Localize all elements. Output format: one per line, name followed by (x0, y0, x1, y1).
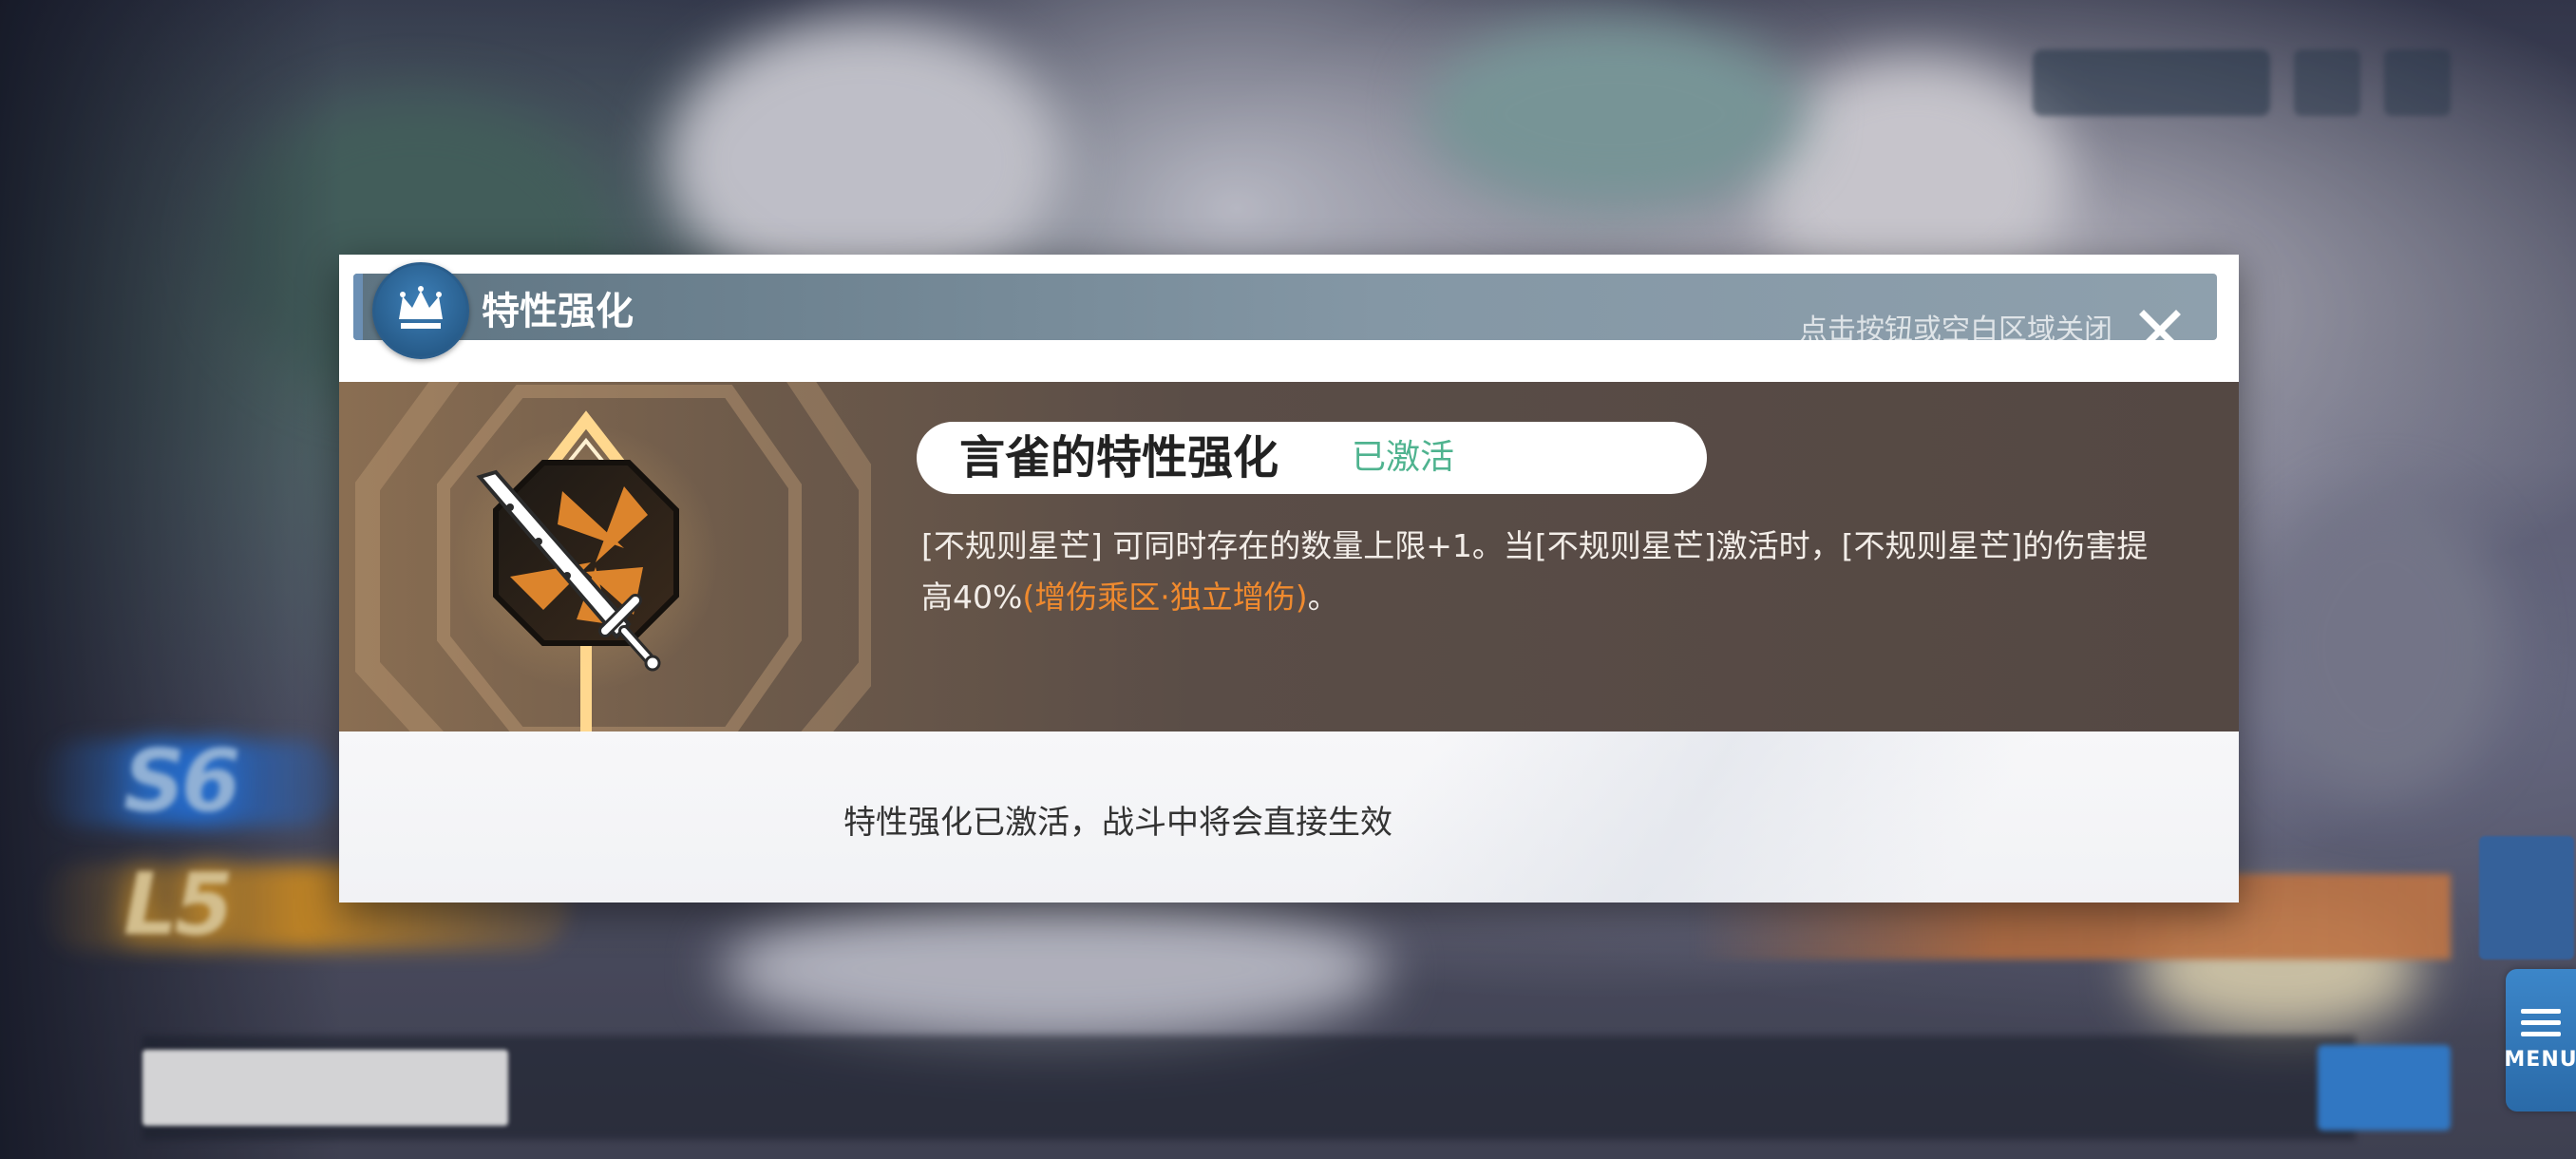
footer-message: 特性强化已激活，战斗中将会直接生效 (843, 804, 1392, 842)
crown-icon (399, 286, 443, 329)
menu-button-label: MENU (2504, 1048, 2576, 1072)
crown-badge (372, 262, 469, 359)
description-highlight: (增伤乘区·独立增伤) (1022, 579, 1308, 616)
close-hint: 点击按钮或空白区域关闭 (1799, 314, 2112, 347)
trait-name: 言雀的特性强化 (959, 431, 1279, 484)
trait-emblem (355, 382, 883, 732)
dialog-title: 特性强化 (482, 290, 634, 333)
close-button[interactable] (2136, 307, 2184, 354)
menu-button[interactable]: MENU (2504, 969, 2576, 1112)
trait-description: [不规则星芒] 可同时存在的数量上限+1。当[不规则星芒]激活时，[不规则星芒]… (921, 521, 2156, 623)
close-icon (2139, 310, 2181, 352)
trait-banner: 言雀的特性强化 已激活 [不规则星芒] 可同时存在的数量上限+1。当[不规则星芒… (339, 382, 2239, 732)
hamburger-icon (2521, 1009, 2561, 1036)
trait-enhancement-dialog: 点击按钮或空白区域关闭 特性强化 言雀的特性强化 已激活 [不规则星芒] 可同时… (339, 255, 2239, 902)
trait-status: 已激活 (1352, 438, 1455, 477)
header-accent (353, 274, 363, 340)
trait-icon-area (339, 382, 883, 732)
description-end: 。 (1307, 579, 1339, 616)
trait-name-pill: 言雀的特性强化 已激活 (917, 422, 1707, 494)
dialog-footer: 特性强化已激活，战斗中将会直接生效 (339, 732, 2239, 902)
